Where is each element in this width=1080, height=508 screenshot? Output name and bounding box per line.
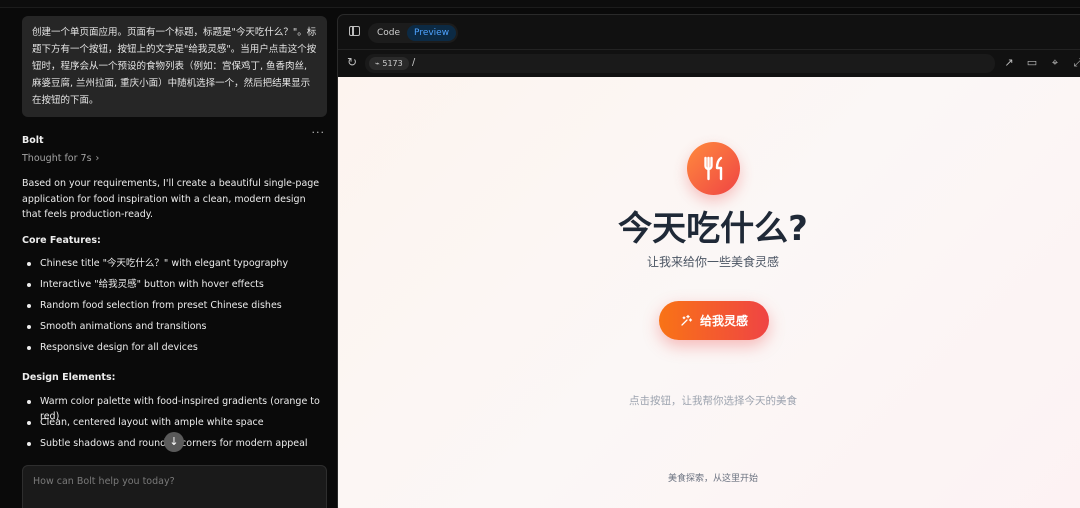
core-features-heading: Core Features: — [22, 234, 101, 246]
prompt-input[interactable]: How can Bolt help you today? — [22, 465, 327, 508]
page-title: 今天吃什么? — [618, 209, 808, 249]
inspire-button[interactable]: 给我灵感 — [659, 301, 769, 340]
prompt-placeholder: How can Bolt help you today? — [33, 476, 175, 487]
preview-urlbar: ↻ ⌁ 5173 / ↗ ▭ ⌖ ⤢ — [338, 51, 1080, 77]
page-footer: 美食探索，从这里开始 — [667, 474, 758, 484]
url-path: / — [412, 57, 416, 68]
port-number: 5173 — [382, 59, 403, 68]
more-options-icon[interactable]: ··· — [312, 126, 326, 139]
port-badge[interactable]: ⌁ 5173 — [369, 57, 409, 70]
preview-tools: ↗ ▭ ⌖ ⤢ — [1002, 56, 1080, 70]
preview-canvas: 今天吃什么? 让我来给你一些美食灵感 给我灵感 点击按钮，让我帮你选择今天的美食… — [338, 77, 1080, 508]
top-strip — [0, 0, 1080, 8]
open-external-icon[interactable]: ↗ — [1002, 56, 1016, 70]
list-item: Responsive design for all devices — [22, 340, 327, 361]
page-subtitle: 让我来给你一些美食灵感 — [646, 255, 779, 269]
sidebar-toggle-icon[interactable] — [349, 26, 360, 36]
core-features-list: Chinese title "今天吃什么？" with elegant typo… — [22, 256, 327, 361]
scroll-down-button[interactable]: ↓ — [164, 432, 184, 452]
chevron-right-icon: › — [95, 153, 100, 164]
chat-panel: 创建一个单页面应用。页面有一个标题，标题是"今天吃什么？"。标题下方有一个按钮，… — [0, 8, 337, 508]
list-item: Smooth animations and transitions — [22, 319, 327, 340]
workbench-tabbar: Code Preview — [338, 15, 1080, 50]
list-item: Interactive "给我灵感" button with hover eff… — [22, 277, 327, 298]
workbench: Code Preview ↻ ⌁ 5173 / ↗ ▭ ⌖ ⤢ 今天吃什 — [337, 14, 1080, 508]
assistant-header: Bolt ··· — [22, 126, 327, 146]
list-item: Warm color palette with food-inspired gr… — [22, 394, 327, 422]
device-toggle-icon[interactable]: ▭ — [1025, 56, 1039, 70]
user-message: 创建一个单页面应用。页面有一个标题，标题是"今天吃什么？"。标题下方有一个按钮，… — [22, 16, 327, 117]
sparkles-icon — [681, 314, 693, 326]
utensils-logo — [687, 142, 740, 195]
inspect-icon[interactable]: ⌖ — [1048, 56, 1062, 70]
inspire-button-label: 给我灵感 — [699, 314, 748, 328]
list-item: Chinese title "今天吃什么？" with elegant typo… — [22, 256, 327, 277]
fullscreen-icon[interactable]: ⤢ — [1071, 56, 1080, 70]
thought-toggle[interactable]: Thought for 7s › — [22, 153, 99, 164]
assistant-message: Based on your requirements, I'll create … — [22, 176, 327, 466]
arrow-down-icon: ↓ — [169, 435, 179, 448]
thought-label: Thought for 7s — [22, 153, 92, 164]
utensils-icon — [704, 156, 723, 181]
tab-code[interactable]: Code — [370, 25, 407, 41]
tab-preview[interactable]: Preview — [407, 25, 457, 41]
list-item: Random food selection from preset Chines… — [22, 298, 327, 319]
assistant-name: Bolt — [22, 135, 44, 146]
result-hint: 点击按钮，让我帮你选择今天的美食 — [629, 395, 797, 407]
url-field[interactable]: ⌁ 5173 / — [365, 54, 995, 73]
view-switcher: Code Preview — [368, 23, 459, 43]
design-elements-heading: Design Elements: — [22, 372, 116, 383]
intro-text: Based on your requirements, I'll create … — [22, 178, 320, 220]
reload-icon[interactable]: ↻ — [347, 55, 357, 69]
